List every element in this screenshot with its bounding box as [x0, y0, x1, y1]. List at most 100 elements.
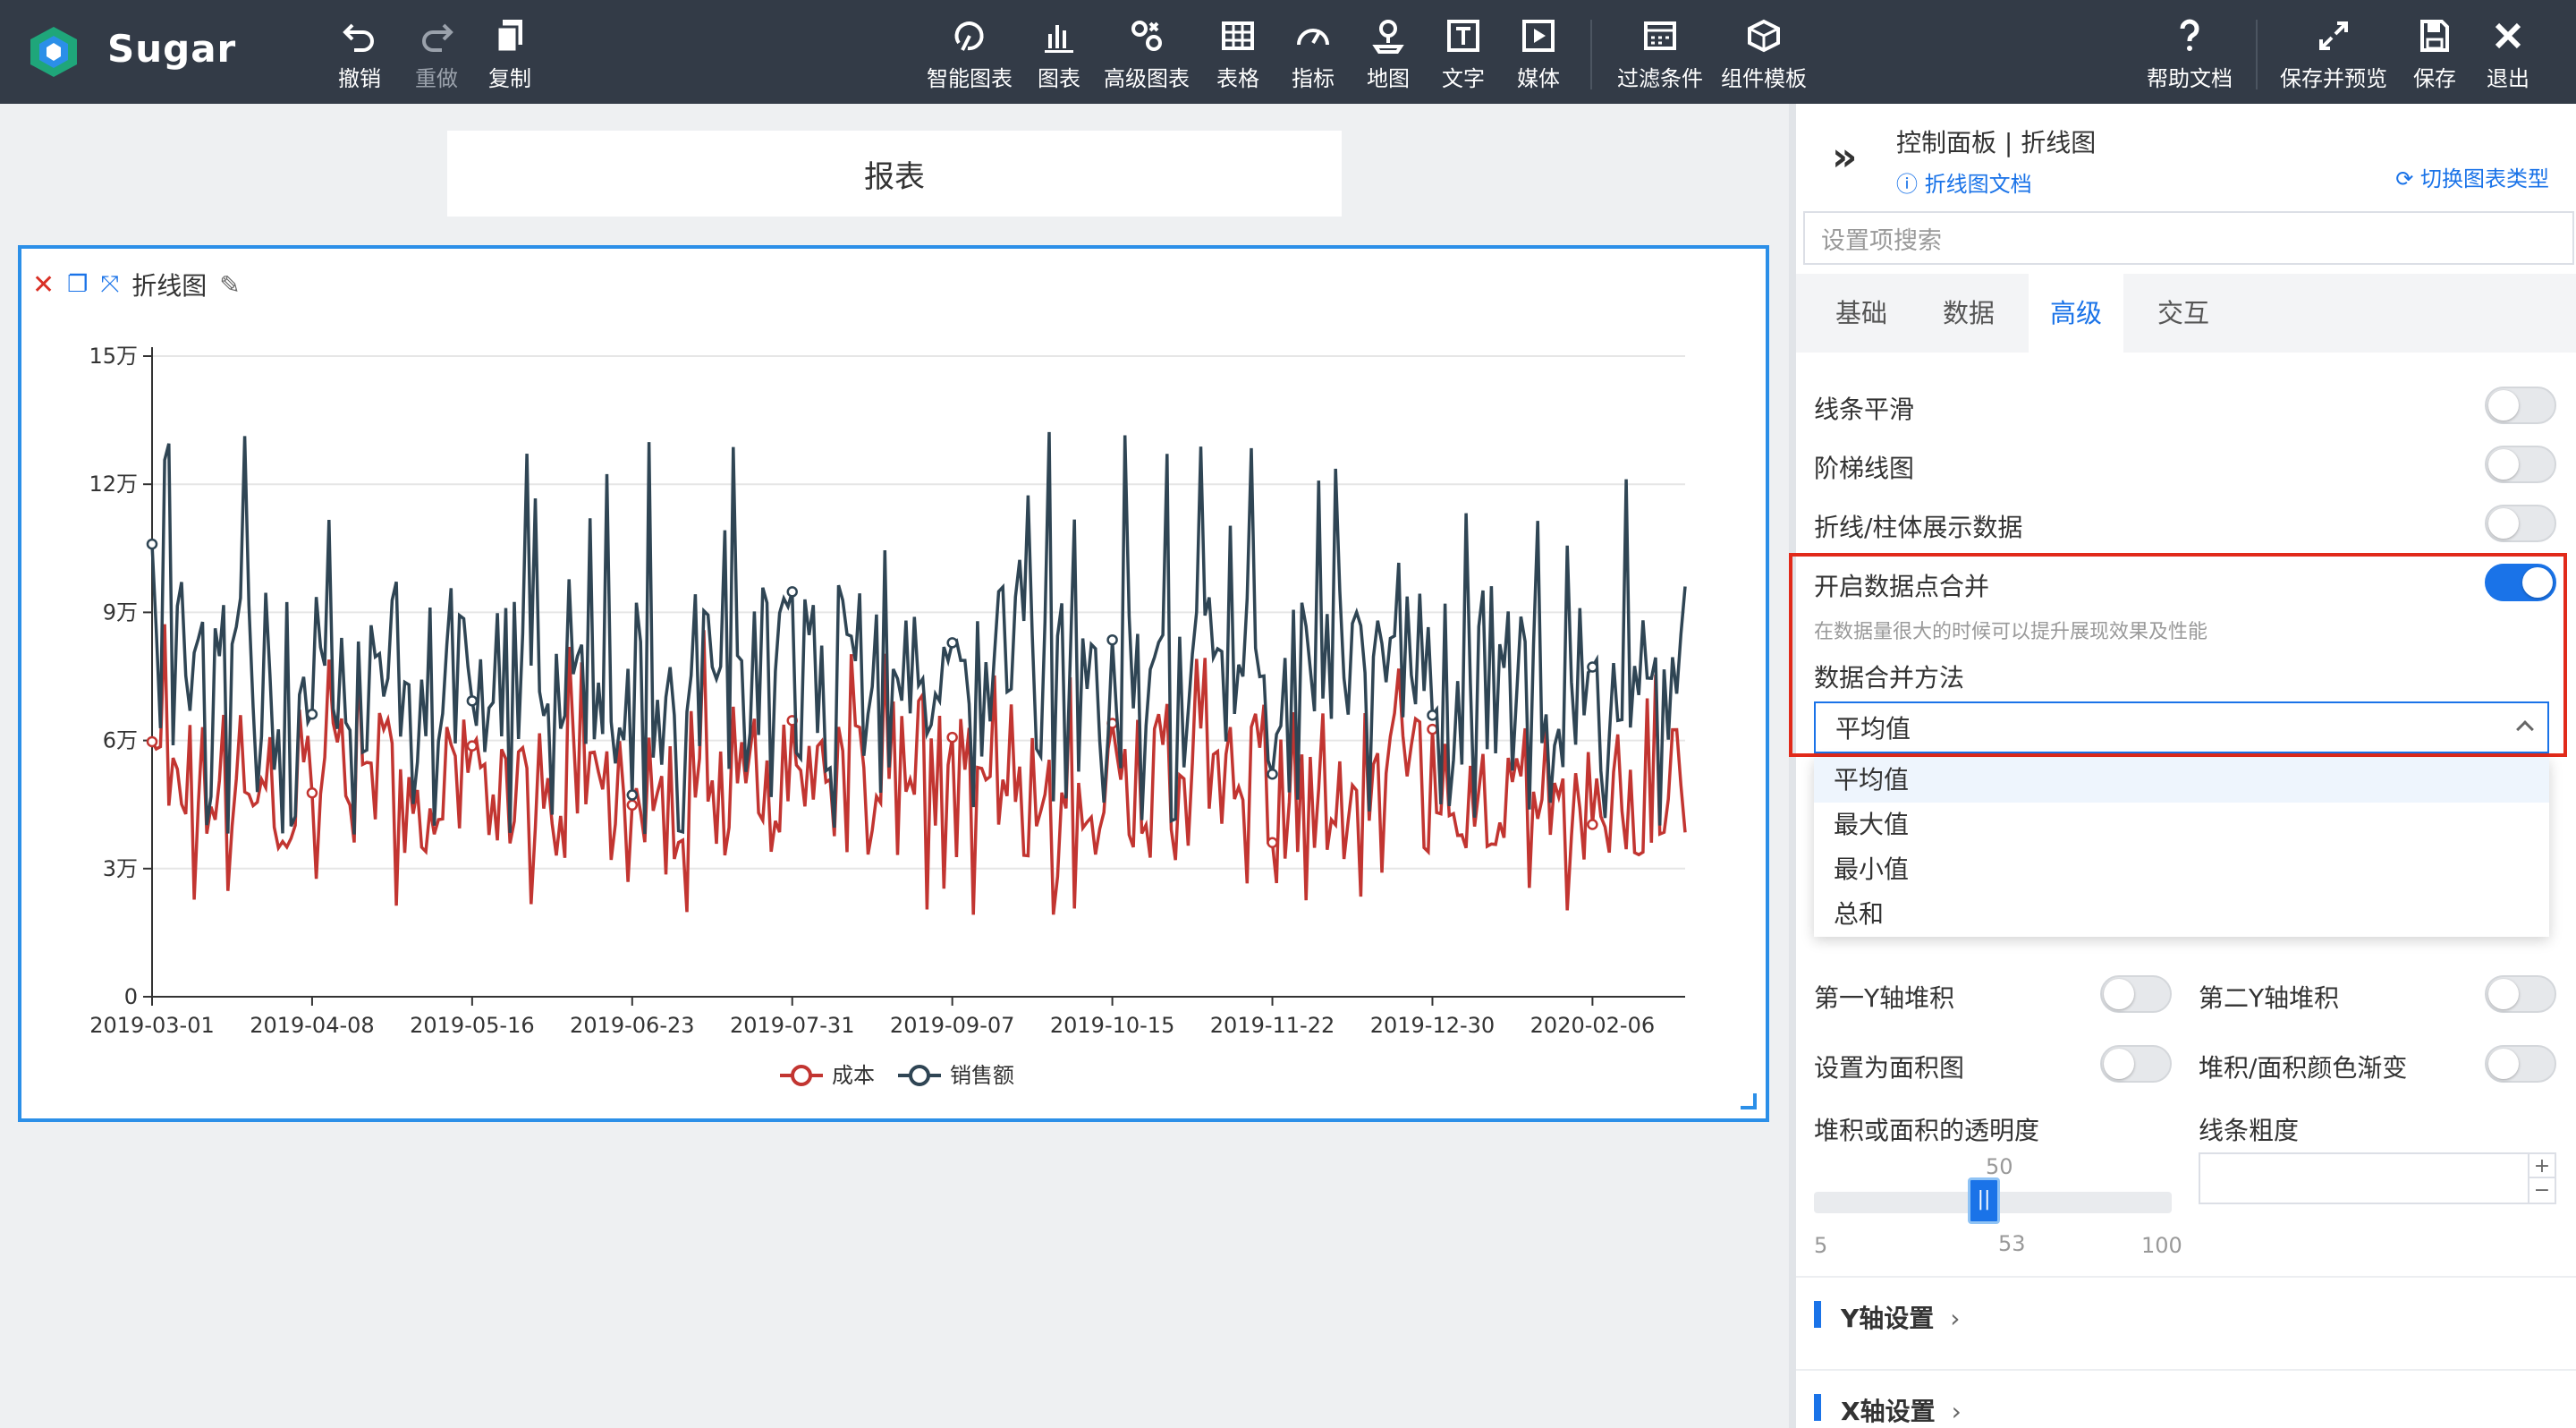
media-icon [1522, 20, 1555, 52]
decrement-icon[interactable]: − [2529, 1178, 2555, 1203]
data-point [306, 787, 318, 799]
component-template-button[interactable]: 组件模板 [1719, 16, 1809, 97]
resize-handle[interactable] [1741, 1093, 1757, 1109]
chevron-right-icon: › [1950, 1304, 1961, 1333]
y2-stack-toggle[interactable] [2485, 975, 2556, 1013]
x-tick-label: 2019-06-23 [570, 1013, 694, 1038]
settings-search-input[interactable]: 设置项搜索 [1803, 211, 2574, 265]
merge-method-dropdown: 平均值 最大值 最小值 总和 [1814, 758, 2549, 937]
advanced-chart-icon [1131, 21, 1162, 51]
gradient-label: 堆积/面积颜色渐变 [2199, 1053, 2408, 1083]
data-point [786, 586, 798, 598]
close-icon [2495, 22, 2521, 49]
gauge-icon [1297, 29, 1329, 46]
save-icon [2420, 20, 2449, 52]
save-button[interactable]: 保存 [2408, 16, 2462, 97]
data-point [146, 538, 158, 550]
show-data-label: 折线/柱体展示数据 [1814, 513, 2023, 542]
opacity-label: 堆积或面积的透明度 [1814, 1116, 2040, 1145]
step-line-toggle[interactable] [2485, 446, 2556, 483]
x-tick-label: 2019-10-15 [1050, 1013, 1174, 1038]
data-point [466, 695, 479, 707]
exit-button[interactable]: 退出 [2481, 16, 2535, 97]
map-pin-icon [1372, 20, 1404, 54]
media-button[interactable]: 媒体 [1512, 16, 1565, 97]
merge-points-label: 开启数据点合并 [1814, 572, 1990, 601]
slider-max: 100 [2141, 1233, 2182, 1258]
show-data-toggle[interactable] [2485, 505, 2556, 542]
y2-stack-label: 第二Y轴堆积 [2199, 983, 2340, 1013]
save-preview-button[interactable]: 保存并预览 [2277, 16, 2390, 97]
x-tick-label: 2019-05-16 [410, 1013, 534, 1038]
smart-chart-button[interactable]: 智能图表 [925, 16, 1014, 97]
report-title[interactable]: 报表 [447, 131, 1342, 217]
help-doc-button[interactable]: 帮助文档 [2145, 16, 2234, 97]
option-max[interactable]: 最大值 [1814, 803, 2549, 847]
y-axis-section[interactable]: Y轴设置 › [1814, 1299, 1960, 1335]
tab-interaction[interactable]: 交互 [2136, 274, 2231, 353]
legend-label: 销售额 [950, 1063, 1014, 1088]
advanced-chart-button[interactable]: 高级图表 [1102, 16, 1191, 97]
chevron-up-icon [2516, 720, 2534, 738]
data-point [306, 708, 318, 720]
copy-icon [496, 20, 522, 54]
text-button[interactable]: 文字 [1436, 16, 1490, 97]
option-min[interactable]: 最小值 [1814, 847, 2549, 892]
legend-marker [909, 1065, 930, 1086]
expand-icon [2319, 21, 2348, 50]
filter-icon [1644, 21, 1676, 50]
map-button[interactable]: 地图 [1361, 16, 1415, 97]
indicator-button[interactable]: 指标 [1286, 16, 1340, 97]
y1-stack-toggle[interactable] [2100, 975, 2172, 1013]
tab-data[interactable]: 数据 [1921, 274, 2016, 353]
line-chart-card[interactable]: ✕ ❐ ⤧ 折线图 ✎ 0 3万 6万 9万 12万 15万 2019-03-01 2019-… [18, 245, 1769, 1122]
data-point [946, 731, 958, 744]
question-icon [2180, 19, 2199, 51]
x-tick-label: 2019-11-22 [1210, 1013, 1335, 1038]
merge-points-toggle[interactable] [2485, 564, 2556, 601]
line-width-label: 线条粗度 [2199, 1116, 2300, 1145]
option-sum[interactable]: 总和 [1814, 892, 2549, 937]
x-axis-section[interactable]: X轴设置 › [1814, 1392, 1962, 1428]
tab-advanced[interactable]: 高级 [2029, 274, 2124, 353]
y-tick-label: 3万 [103, 856, 138, 881]
option-average[interactable]: 平均值 [1814, 758, 2549, 803]
switch-chart-type-link[interactable]: ⟳ 切换图表类型 [2395, 161, 2549, 192]
toolbar-divider [2256, 20, 2258, 89]
data-point [1587, 819, 1598, 830]
chart-doc-link[interactable]: ⓘ 折线图文档 [1896, 166, 2032, 198]
redo-button[interactable]: 重做 [408, 16, 465, 97]
line-smooth-toggle[interactable] [2485, 387, 2556, 424]
data-point [946, 637, 958, 649]
y-tick-label: 12万 [89, 472, 138, 497]
table-button[interactable]: 表格 [1211, 16, 1265, 97]
undo-button[interactable]: 撤销 [331, 16, 388, 97]
x-tick-label: 2019-07-31 [730, 1013, 854, 1038]
increment-icon[interactable]: + [2529, 1154, 2555, 1178]
x-tick-label: 2019-09-07 [890, 1013, 1014, 1038]
panel-header: » 控制面板 | 折线图 ⓘ 折线图文档 ⟳ 切换图表类型 [1796, 104, 2576, 211]
y1-stack-label: 第一Y轴堆积 [1814, 983, 1955, 1013]
data-point [1267, 768, 1278, 780]
tab-basic[interactable]: 基础 [1814, 274, 1909, 353]
collapse-panel-icon[interactable]: » [1832, 134, 1857, 180]
data-point [466, 740, 479, 752]
data-point [1106, 633, 1118, 646]
copy-button[interactable]: 复制 [481, 16, 538, 97]
slider-current-value: 50 [1986, 1154, 2013, 1179]
y-tick-label: 9万 [103, 599, 138, 625]
data-point [1587, 661, 1598, 673]
line-width-input[interactable]: + − [2199, 1152, 2556, 1204]
filter-button[interactable]: 过滤条件 [1615, 16, 1705, 97]
area-toggle[interactable] [2100, 1045, 2172, 1083]
x-tick-label: 2020-02-06 [1530, 1013, 1655, 1038]
merge-method-select[interactable]: 平均值 [1814, 701, 2549, 753]
panel-title: 控制面板 | 折线图 [1896, 128, 2097, 157]
y-tick-label: 15万 [89, 344, 138, 369]
chart-button[interactable]: 图表 [1032, 16, 1086, 97]
opacity-slider-thumb[interactable]: || [1968, 1177, 2000, 1224]
gradient-toggle[interactable] [2485, 1045, 2556, 1083]
number-stepper[interactable]: + − [2528, 1154, 2555, 1203]
area-label: 设置为面积图 [1814, 1053, 1965, 1083]
sugar-logo-icon [30, 27, 77, 77]
